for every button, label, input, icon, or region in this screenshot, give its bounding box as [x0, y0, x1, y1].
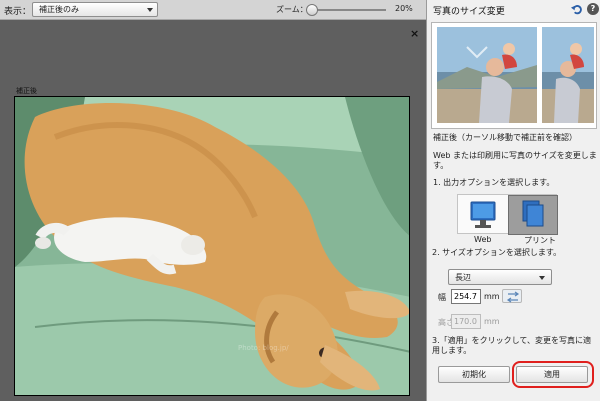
reset-button[interactable]: 初期化: [438, 366, 510, 383]
width-input[interactable]: [451, 289, 481, 304]
close-icon[interactable]: ×: [410, 27, 419, 40]
after-label: 補正後: [16, 87, 37, 95]
swap-dimensions-button[interactable]: [502, 289, 522, 303]
preview-photo: [14, 96, 410, 396]
width-unit: mm: [484, 292, 500, 301]
step3-label: 3.「適用」をクリックして、変更を写真に適用します。: [432, 336, 591, 355]
zoom-slider-thumb[interactable]: [306, 4, 318, 16]
panel-controls: 2. サイズオプションを選択します。 長辺 幅 mm 高さ mm 3.「適用」を…: [426, 0, 600, 401]
view-label: 表示：: [4, 7, 32, 17]
zoom-label: ズーム：: [276, 5, 308, 14]
height-unit: mm: [484, 317, 500, 326]
chevron-down-icon: [147, 8, 153, 12]
zoom-value: 20%: [395, 4, 413, 13]
top-toolbar: 表示： 補正後のみ ズーム： 20%: [0, 0, 426, 20]
view-select-value: 補正後のみ: [39, 5, 79, 14]
step2-label: 2. サイズオプションを選択します。: [432, 248, 562, 257]
height-input: [451, 314, 481, 329]
zoom-slider-track[interactable]: [306, 9, 386, 11]
swap-icon: [506, 291, 520, 303]
chevron-down-icon: [539, 276, 545, 280]
size-option-value: 長辺: [455, 273, 471, 282]
watermark: Photo: blog.jp/: [238, 344, 289, 352]
view-select[interactable]: 補正後のみ: [32, 2, 158, 17]
width-label: 幅: [438, 293, 446, 302]
size-option-select[interactable]: 長辺: [448, 269, 552, 285]
apply-highlight-ring: [512, 361, 594, 388]
